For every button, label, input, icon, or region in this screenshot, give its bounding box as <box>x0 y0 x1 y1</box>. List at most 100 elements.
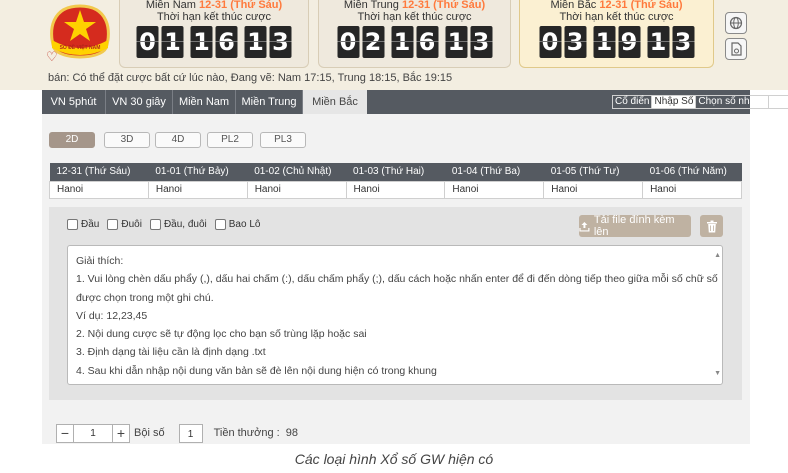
countdown-digit: 1 <box>445 26 467 58</box>
table-cell[interactable]: Hanoi <box>444 180 545 199</box>
mode-chon-so-nhanh[interactable]: Chọn số nhanh <box>695 95 770 109</box>
region-subtitle: Thời hạn kết thúc cược <box>559 11 674 23</box>
countdown: 0 2 1 6 1 3 <box>337 26 492 58</box>
scroll-down-arrow-icon[interactable]: ▼ <box>714 365 721 383</box>
upload-label: Tải file đính kèm lên <box>593 214 675 238</box>
tab-vn-5phut[interactable]: VN 5phút <box>42 90 106 114</box>
svg-text:SỐ ĐỀ VIỆT NAM: SỐ ĐỀ VIỆT NAM <box>60 43 101 51</box>
image-caption: Các loại hình Xổ số GW hiện có <box>0 446 788 473</box>
table-cell[interactable]: Hanoi <box>147 180 248 199</box>
table-cell[interactable]: Hanoi <box>642 180 742 199</box>
heart-icon[interactable]: ♡ <box>46 50 58 63</box>
checkbox-dau-duoi[interactable]: Đầu, đuôi <box>149 219 207 230</box>
header: SỐ ĐỀ VIỆT NAM ♡ Miền Nam 12-31 (Thứ Sáu… <box>0 0 788 90</box>
checkbox-box[interactable] <box>214 219 226 230</box>
mode-chon-so[interactable]: Chọn Số <box>768 95 788 109</box>
mode-co-dien[interactable]: Cổ điển <box>612 95 653 109</box>
checkbox-label: Bao Lô <box>228 219 261 230</box>
input-mode-group: Cổ điển Nhập Số Chọn số nhanh Chọn Số <box>612 95 788 109</box>
explanation-heading: Giải thích: <box>76 255 124 267</box>
increment-button[interactable]: + <box>113 425 129 442</box>
date-header[interactable]: 01-03 (Thứ Hai) <box>346 163 445 181</box>
checkbox-box[interactable] <box>107 219 119 230</box>
lottery-tab-bar: VN 5phút VN 30 giây Miền Nam Miền Trung … <box>42 90 788 114</box>
countdown-digit: 2 <box>362 26 384 58</box>
region-name: Miền Trung <box>343 0 399 11</box>
subtab-4d[interactable]: 4D <box>155 132 201 148</box>
countdown-digit: 1 <box>391 26 413 58</box>
explanation-line: Ví dụ: 12,23,45 <box>76 309 148 322</box>
region-subtitle: Thời hạn kết thúc cược <box>156 11 272 23</box>
region-name: Miền Bắc <box>550 0 597 11</box>
countdown-digit: 0 <box>136 26 159 58</box>
delete-button[interactable] <box>700 215 723 237</box>
quantity-input[interactable]: 1 <box>73 424 113 442</box>
subtab-2d[interactable]: 2D <box>49 132 95 148</box>
table-header-row: 12-31 (Thứ Sáu) 01-01 (Thứ Bảy) 01-02 (C… <box>49 163 742 181</box>
checkbox-box[interactable] <box>67 219 78 230</box>
date-header[interactable]: 01-02 (Chủ Nhật) <box>247 163 347 181</box>
countdown-digit: 6 <box>215 26 238 58</box>
countdown: 0 3 1 9 1 3 <box>539 26 694 58</box>
bet-controls-row: − 1 + Bội số 1 Tiền thưởng : 98 <box>56 423 298 443</box>
countdown-digit: 1 <box>647 26 669 58</box>
table-cell[interactable]: Hanoi <box>246 180 347 199</box>
scroll-up-arrow-icon[interactable]: ▲ <box>714 247 721 265</box>
date-header[interactable]: 12-31 (Thứ Sáu) <box>49 163 149 181</box>
trash-icon <box>706 220 717 232</box>
number-input-area: Đầu Đuôi Đầu, đuôi Bao Lô Tải file đính … <box>49 207 742 400</box>
mode-nhap-so[interactable]: Nhập Số <box>651 95 697 109</box>
multiplier-input[interactable]: 1 <box>178 423 203 443</box>
date-header[interactable]: 01-06 (Thứ Năm) <box>642 163 742 181</box>
countdown-digit: 3 <box>672 26 694 58</box>
draw-date-table: 12-31 (Thứ Sáu) 01-01 (Thứ Bảy) 01-02 (C… <box>49 163 742 199</box>
checkbox-label: Đầu <box>81 219 100 230</box>
table-cell[interactable]: Hanoi <box>345 180 446 199</box>
subtab-3d[interactable]: 3D <box>104 132 150 148</box>
region-card-mien-trung: Miền Trung 12-31 (Thứ Sáu) Thời hạn kết … <box>318 0 511 68</box>
explanation-line: được chọn trong một ghi chú. <box>76 291 214 304</box>
region-card-mien-nam: Miền Nam 12-31 (Thứ Sáu) Thời hạn kết th… <box>119 0 309 68</box>
prize-label: Tiền thưởng : <box>213 427 280 439</box>
checkbox-label: Đầu, đuôi <box>163 219 207 230</box>
date-header[interactable]: 01-01 (Thứ Bảy) <box>148 163 248 181</box>
checkbox-duoi[interactable]: Đuôi <box>107 219 142 230</box>
checkbox-label: Đuôi <box>121 219 142 230</box>
region-date: 12-31 (Thứ Sáu) <box>199 0 283 11</box>
countdown-digit: 0 <box>337 26 359 58</box>
checkbox-bao-lo[interactable]: Bao Lô <box>214 219 261 230</box>
date-header[interactable]: 01-04 (Thứ Ba) <box>444 163 544 181</box>
tab-mien-nam[interactable]: Miền Nam <box>173 90 236 114</box>
number-entry-textarea[interactable]: Giải thích: 1. Vui lòng chèn dấu phẩy (,… <box>67 245 723 385</box>
region-card-mien-bac: Miền Bắc 12-31 (Thứ Sáu) Thời hạn kết th… <box>519 0 714 68</box>
subtab-pl3[interactable]: PL3 <box>260 132 306 148</box>
subtab-pl2[interactable]: PL2 <box>207 132 253 148</box>
decrement-button[interactable]: − <box>57 425 73 442</box>
tab-vn-30-giay[interactable]: VN 30 giây <box>106 90 173 114</box>
tab-mien-trung[interactable]: Miền Trung <box>236 90 303 114</box>
countdown-digit: 1 <box>190 26 213 58</box>
explanation-line: 4. Sau khi dẫn nhập nội dung văn bản sẽ … <box>76 364 437 377</box>
region-name: Miền Nam <box>145 0 196 11</box>
countdown-digit: 1 <box>593 26 615 58</box>
explanation-line: 3. Định dạng tài liệu cần là định dạng .… <box>76 346 266 359</box>
countdown-digit: 9 <box>618 26 640 58</box>
checkbox-dau[interactable]: Đầu <box>67 219 99 230</box>
multiplier-label: Bội số <box>134 427 165 439</box>
draw-schedule-notice: bán: Có thể đặt cược bất cứ lúc nào, Đan… <box>48 72 453 84</box>
checkbox-box[interactable] <box>149 219 161 230</box>
upload-file-button[interactable]: Tải file đính kèm lên <box>579 214 691 238</box>
quantity-stepper: − 1 + <box>56 423 130 443</box>
upload-icon <box>579 221 590 232</box>
region-date: 12-31 (Thứ Sáu) <box>599 0 683 11</box>
explanation-line: 1. Vui lòng chèn dấu phẩy (,), dấu hai c… <box>76 273 718 286</box>
countdown-digit: 6 <box>416 26 438 58</box>
table-cell[interactable]: Hanoi <box>543 180 644 199</box>
prize-value: 98 <box>285 427 298 439</box>
tab-mien-bac[interactable]: Miền Bắc <box>303 90 367 114</box>
table-cell[interactable]: Hanoi <box>49 180 149 199</box>
globe-icon[interactable] <box>725 12 747 34</box>
document-icon[interactable] <box>725 38 747 60</box>
countdown-digit: 0 <box>539 26 561 58</box>
date-header[interactable]: 01-05 (Thứ Tư) <box>543 163 643 181</box>
